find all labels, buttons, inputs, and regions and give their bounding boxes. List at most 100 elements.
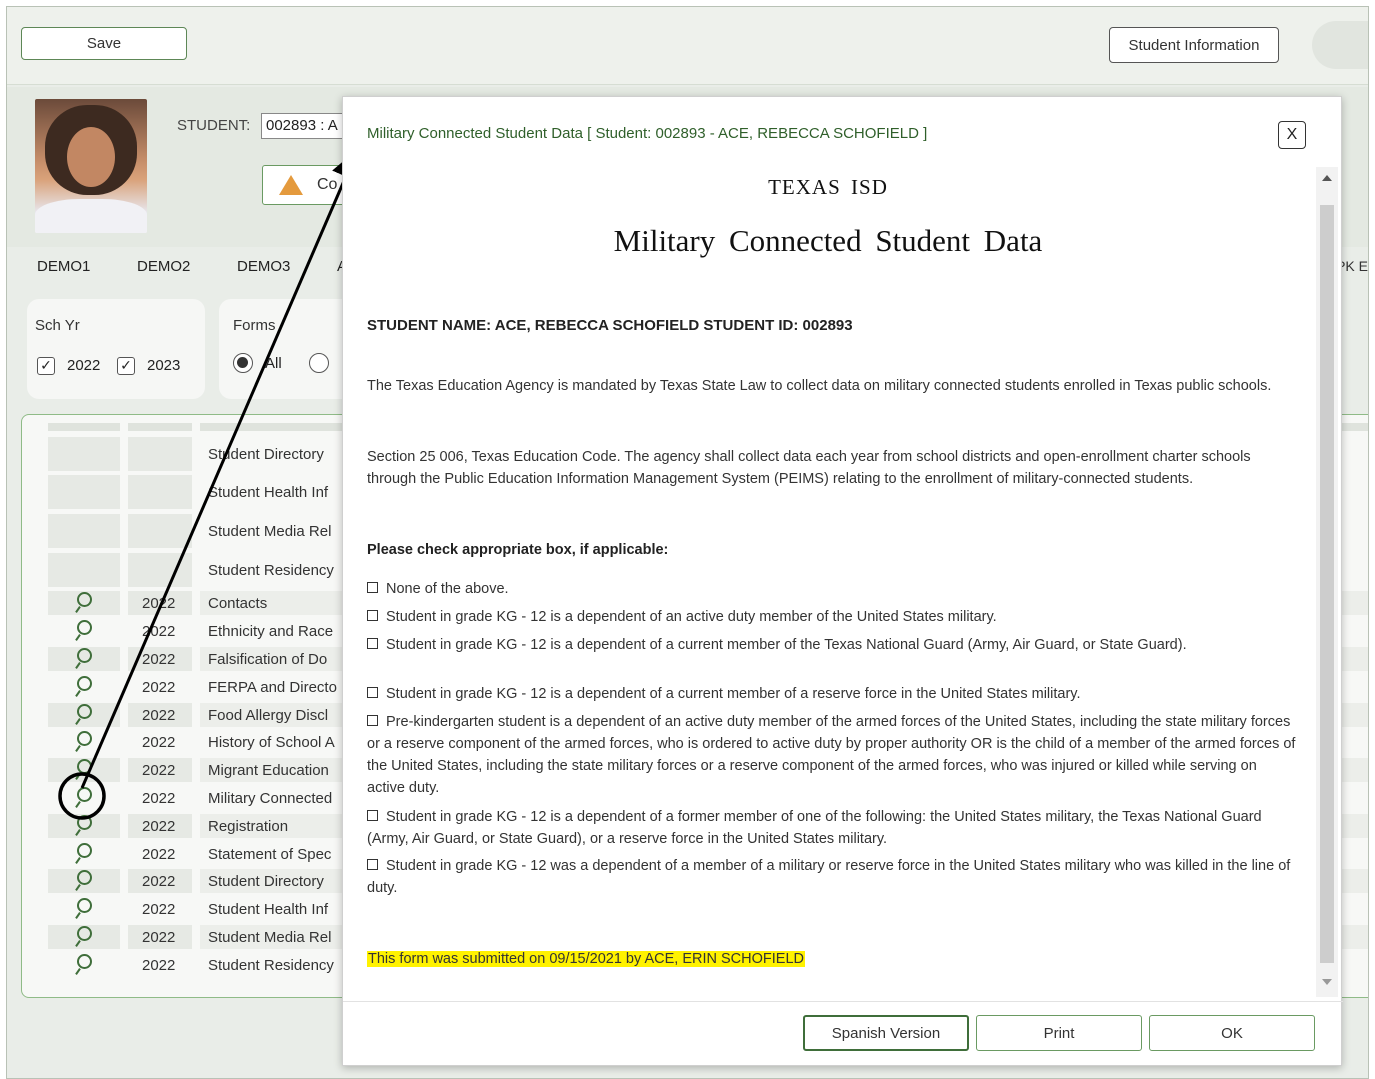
row-year: 2022 xyxy=(142,595,176,612)
row-year: 2022 xyxy=(142,790,176,807)
section-text: Section 25 006, Texas Education Code. Th… xyxy=(367,449,1251,487)
student-information-button[interactable]: Student Information xyxy=(1109,27,1279,63)
toolbar-pill[interactable] xyxy=(1312,21,1368,69)
scroll-up-icon[interactable] xyxy=(1322,175,1332,181)
tab-demo1[interactable]: DEMO1 xyxy=(37,258,90,275)
forms-other-radio[interactable] xyxy=(309,353,329,373)
row-form-name[interactable]: Registration xyxy=(208,818,288,835)
ok-button[interactable]: OK xyxy=(1149,1015,1315,1051)
view-form-icon[interactable] xyxy=(75,704,94,726)
option-item[interactable]: Pre-kindergarten student is a dependent … xyxy=(367,711,1297,799)
row-form-name[interactable]: History of School A xyxy=(208,734,335,751)
top-toolbar: Save Student Information xyxy=(7,7,1368,85)
row-year: 2022 xyxy=(142,651,176,668)
option-item[interactable]: Student in grade KG - 12 is a dependent … xyxy=(367,683,1297,705)
forms-all-label: All xyxy=(265,355,282,372)
sch-yr-title: Sch Yr xyxy=(35,317,80,334)
warning-icon xyxy=(279,175,303,195)
option-item[interactable]: None of the above. xyxy=(367,578,1297,600)
view-form-icon[interactable] xyxy=(75,648,94,670)
view-form-icon[interactable] xyxy=(75,731,94,753)
form-title: Military Connected Student Data xyxy=(613,223,1043,258)
row-year: 2022 xyxy=(142,623,176,640)
row-year: 2022 xyxy=(142,957,176,974)
row-form-name[interactable]: Student Directory xyxy=(208,873,324,890)
intro-text: The Texas Education Agency is mandated b… xyxy=(367,378,1272,394)
checkbox[interactable] xyxy=(367,638,378,649)
row-year: 2022 xyxy=(142,846,176,863)
row-form-name[interactable]: Food Allergy Discl xyxy=(208,707,328,724)
dialog-title: Military Connected Student Data [ Studen… xyxy=(367,125,928,142)
row-year: 2022 xyxy=(142,679,176,696)
scroll-thumb[interactable] xyxy=(1320,205,1334,963)
forms-title: Forms xyxy=(233,317,276,334)
checkbox[interactable] xyxy=(367,582,378,593)
view-form-icon[interactable] xyxy=(75,954,94,976)
row-form-name[interactable]: Contacts xyxy=(208,595,267,612)
dialog-scrollbar[interactable] xyxy=(1316,167,1338,997)
year-2023-label: 2023 xyxy=(147,357,181,374)
student-label: STUDENT: xyxy=(177,117,251,134)
row-year: 2022 xyxy=(142,873,176,890)
row-form-name[interactable]: Student Media Rel xyxy=(208,523,331,540)
view-form-icon[interactable] xyxy=(75,898,94,920)
view-form-icon[interactable] xyxy=(75,870,94,892)
checkbox[interactable] xyxy=(367,715,378,726)
row-form-name[interactable]: Student Directory xyxy=(208,446,324,463)
row-form-name[interactable]: Migrant Education xyxy=(208,762,329,779)
view-form-icon[interactable] xyxy=(75,843,94,865)
row-form-name[interactable]: Statement of Spec xyxy=(208,846,331,863)
district-name: TEXAS ISD xyxy=(768,175,888,199)
print-button[interactable]: Print xyxy=(976,1015,1142,1051)
row-form-name[interactable]: Military Connected xyxy=(208,790,332,807)
view-form-icon[interactable] xyxy=(75,815,94,837)
row-year: 2022 xyxy=(142,818,176,835)
row-year: 2022 xyxy=(142,734,176,751)
row-year: 2022 xyxy=(142,762,176,779)
year-2022-checkbox[interactable]: ✓ xyxy=(37,357,55,375)
checkbox[interactable] xyxy=(367,687,378,698)
view-form-icon[interactable] xyxy=(75,759,94,781)
row-form-name[interactable]: Student Media Rel xyxy=(208,929,331,946)
option-item[interactable]: Student in grade KG - 12 is a dependent … xyxy=(367,634,1297,656)
close-button[interactable]: X xyxy=(1278,121,1306,149)
save-button[interactable]: Save xyxy=(21,27,187,60)
scroll-down-icon[interactable] xyxy=(1322,979,1332,985)
row-form-name[interactable]: Student Health Inf xyxy=(208,901,328,918)
view-form-icon[interactable] xyxy=(75,676,94,698)
student-line: STUDENT NAME: ACE, REBECCA SCHOFIELD STU… xyxy=(367,317,853,334)
view-form-icon[interactable] xyxy=(75,926,94,948)
year-2023-checkbox[interactable]: ✓ xyxy=(117,357,135,375)
view-form-icon[interactable] xyxy=(75,620,94,642)
view-form-icon[interactable] xyxy=(75,592,94,614)
option-item[interactable]: Student in grade KG - 12 is a dependent … xyxy=(367,606,1297,628)
military-data-dialog: Military Connected Student Data [ Studen… xyxy=(342,96,1343,1066)
spanish-version-button[interactable]: Spanish Version xyxy=(803,1015,969,1051)
instruction-text: Please check appropriate box, if applica… xyxy=(367,542,669,558)
row-form-name[interactable]: Student Residency xyxy=(208,562,334,579)
tab-demo3[interactable]: DEMO3 xyxy=(237,258,290,275)
option-item[interactable]: Student in grade KG - 12 is a dependent … xyxy=(367,806,1297,850)
submission-note: This form was submitted on 09/15/2021 by… xyxy=(367,951,805,967)
student-photo xyxy=(35,99,147,233)
checkbox[interactable] xyxy=(367,610,378,621)
row-year: 2022 xyxy=(142,901,176,918)
tab-demo2[interactable]: DEMO2 xyxy=(137,258,190,275)
dialog-footer-divider xyxy=(343,1001,1343,1002)
row-year: 2022 xyxy=(142,929,176,946)
warning-button-label: Co xyxy=(317,176,338,193)
option-item[interactable]: Student in grade KG - 12 was a dependent… xyxy=(367,855,1297,899)
dialog-content: TEXAS ISD Military Connected Student Dat… xyxy=(343,167,1313,997)
checkbox[interactable] xyxy=(367,859,378,870)
row-form-name[interactable]: Ethnicity and Race xyxy=(208,623,333,640)
checkbox[interactable] xyxy=(367,810,378,821)
view-form-icon[interactable] xyxy=(75,787,94,809)
row-form-name[interactable]: Student Residency xyxy=(208,957,334,974)
row-form-name[interactable]: FERPA and Directo xyxy=(208,679,337,696)
row-year: 2022 xyxy=(142,707,176,724)
row-form-name[interactable]: Student Health Inf xyxy=(208,484,328,501)
school-year-filter: Sch Yr ✓ 2022 ✓ 2023 xyxy=(27,299,205,399)
row-form-name[interactable]: Falsification of Do xyxy=(208,651,327,668)
year-2022-label: 2022 xyxy=(67,357,101,374)
forms-all-radio[interactable] xyxy=(233,353,253,373)
